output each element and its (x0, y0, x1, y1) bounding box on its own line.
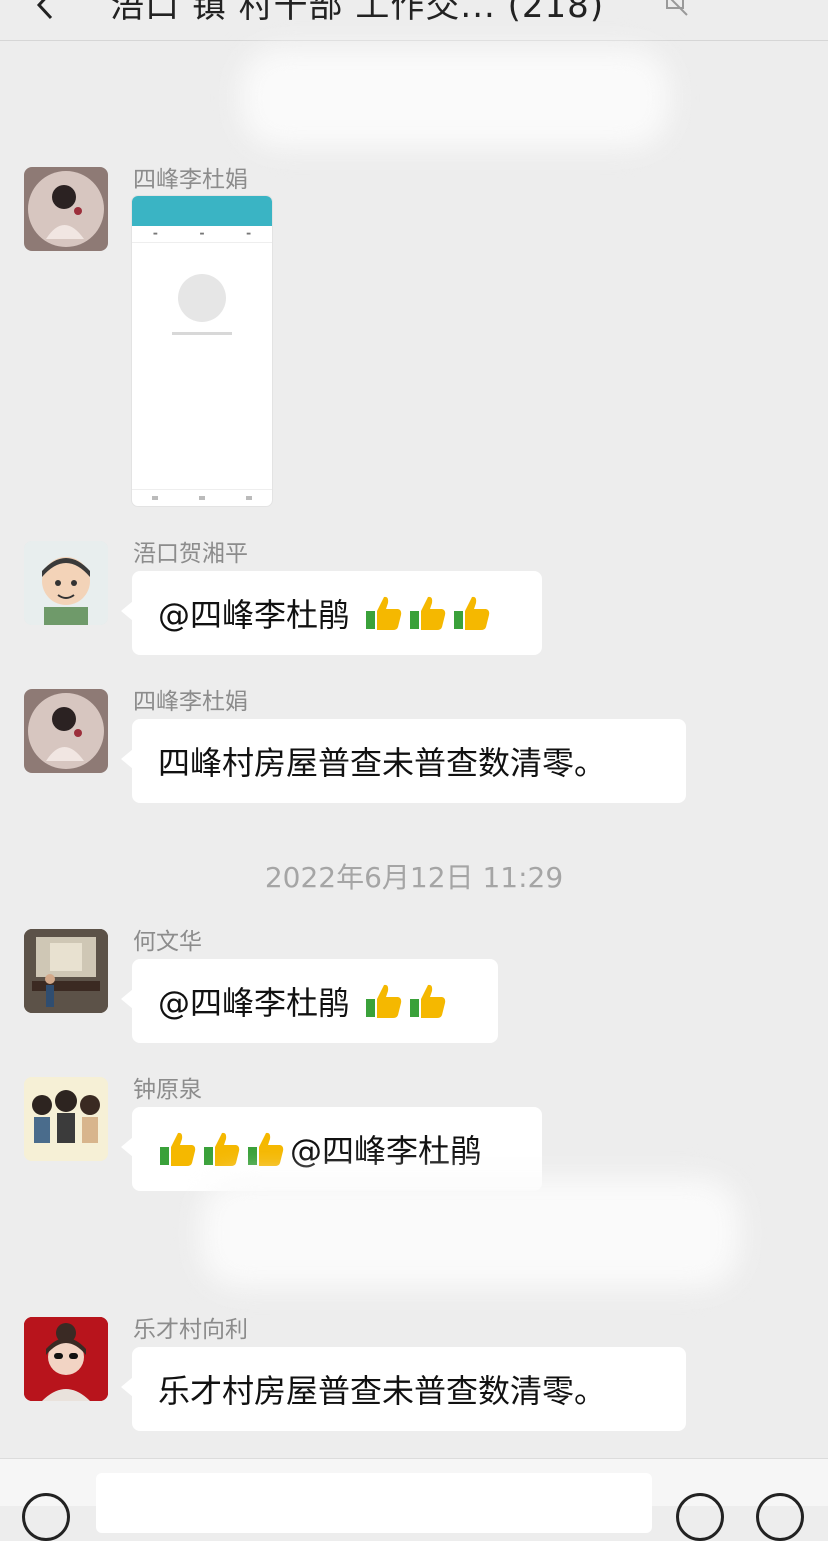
message-text: 乐才村房屋普查未普查数清零。 (158, 1372, 607, 1410)
sender-name: 乐才村向利 (133, 1317, 248, 1343)
message-text: 四峰村房屋普查未普查数清零。 (158, 744, 607, 782)
screenshot-app-bar (132, 196, 272, 226)
thumbs-up-icon (366, 596, 402, 630)
avatar[interactable] (24, 167, 108, 251)
sender-name: 四峰李杜娟 (133, 689, 248, 715)
bell-mute-icon (660, 0, 690, 22)
screenshot-tabs: ▬ ▬ ▬ (132, 226, 272, 243)
message-bubble[interactable]: @四峰李杜鹃 (121, 571, 542, 655)
avatar[interactable] (24, 1317, 108, 1401)
blurred-region (200, 1178, 740, 1288)
thumbs-up-icon (366, 984, 402, 1018)
avatar[interactable] (24, 929, 108, 1013)
avatar[interactable] (24, 541, 108, 625)
input-bar (0, 1458, 828, 1541)
screenshot-caption (172, 332, 232, 335)
screenshot-nav (132, 489, 272, 506)
thumbs-up-icon (410, 596, 446, 630)
emoji-button[interactable] (676, 1493, 724, 1541)
emoji-group (364, 593, 492, 633)
sender-name: 浯口贺湘平 (133, 541, 248, 567)
more-button[interactable] (756, 1493, 804, 1541)
message-text: @四峰李杜鹃 (290, 1132, 483, 1170)
thumbs-up-icon (248, 1132, 284, 1166)
voice-button[interactable] (22, 1493, 70, 1541)
message-input[interactable] (96, 1473, 652, 1533)
timestamp: 2022年6月12日 11:29 (264, 861, 564, 894)
thumbs-up-icon (160, 1132, 196, 1166)
avatar[interactable] (24, 1077, 108, 1161)
message-text: @四峰李杜鹃 (158, 984, 351, 1022)
thumbs-up-icon (454, 596, 490, 630)
chat-header: 浯口 镇 村干部 工作交... (218) (0, 0, 828, 41)
chat-title[interactable]: 浯口 镇 村干部 工作交... (218) (110, 0, 604, 27)
blurred-region (240, 48, 670, 148)
sender-name: 何文华 (133, 929, 202, 955)
sender-name: 四峰李杜娟 (133, 167, 248, 193)
chevron-left-icon (36, 0, 53, 20)
message-text: @四峰李杜鹃 (158, 596, 351, 634)
message-bubble[interactable]: @四峰李杜鹃 (121, 959, 498, 1043)
sender-name: 钟原泉 (133, 1077, 202, 1103)
thumbs-up-icon (410, 984, 446, 1018)
emoji-group (158, 1129, 286, 1169)
back-button[interactable] (26, 0, 64, 24)
empty-state-icon (178, 274, 226, 322)
message-bubble[interactable]: 乐才村房屋普查未普查数清零。 (121, 1347, 686, 1431)
thumbs-up-icon (204, 1132, 240, 1166)
message-bubble[interactable]: 四峰村房屋普查未普查数清零。 (121, 719, 686, 803)
emoji-group (364, 981, 448, 1021)
image-message[interactable]: ▬ ▬ ▬ (132, 196, 272, 506)
avatar[interactable] (24, 689, 108, 773)
